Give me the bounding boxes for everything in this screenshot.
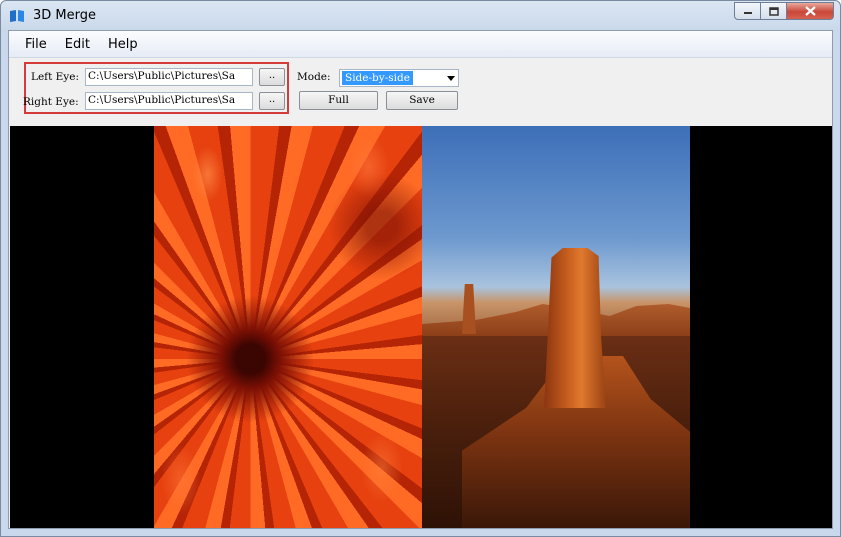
client-area: File Edit Help Left Eye: C:\Users\Public…: [8, 30, 833, 529]
app-window: 3D Merge File Edit Help Left Eye: C:\Use…: [0, 0, 841, 537]
mode-label: Mode:: [297, 71, 331, 83]
book-icon: [10, 10, 24, 22]
mode-select[interactable]: Side-by-side: [339, 69, 459, 87]
close-button[interactable]: [787, 2, 834, 20]
save-button[interactable]: Save: [386, 91, 458, 110]
right-eye-browse-button[interactable]: ..: [259, 92, 285, 110]
toolbar: Left Eye: C:\Users\Public\Pictures\Sa ..…: [9, 31, 832, 126]
window-title: 3D Merge: [33, 8, 96, 23]
minimize-button[interactable]: [734, 2, 761, 20]
maximize-button[interactable]: [761, 2, 787, 20]
left-eye-path-input[interactable]: C:\Users\Public\Pictures\Sa: [85, 68, 253, 86]
mode-selected-value: Side-by-side: [342, 71, 413, 85]
maximize-icon: [768, 6, 779, 16]
chevron-down-icon[interactable]: [447, 76, 455, 81]
minimize-icon: [743, 12, 752, 14]
full-button[interactable]: Full: [299, 91, 378, 110]
preview-canvas: [10, 126, 832, 528]
right-eye-path-input[interactable]: C:\Users\Public\Pictures\Sa: [85, 92, 253, 110]
left-eye-image: [154, 126, 422, 528]
right-eye-image: [422, 126, 690, 528]
left-eye-browse-button[interactable]: ..: [259, 68, 285, 86]
title-bar[interactable]: 3D Merge: [1, 1, 840, 30]
right-eye-label: Right Eye:: [23, 96, 79, 108]
left-eye-label: Left Eye:: [31, 71, 79, 83]
caption-buttons: [734, 2, 834, 20]
close-icon: [804, 6, 816, 16]
